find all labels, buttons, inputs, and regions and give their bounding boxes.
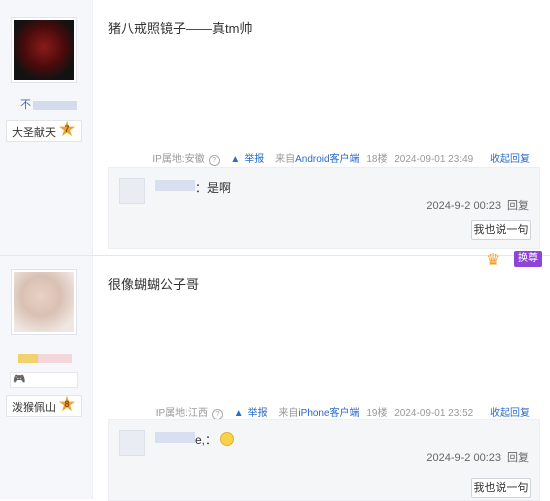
post-floor-18: 不 大圣献天 ★ 7 猪八戒照镜子——真tm帅 IP属地:安徽? ▲ 举报 来自A… <box>0 0 550 256</box>
reply-time: 2024-9-2 00:23 <box>426 452 501 464</box>
report-link[interactable]: ▲ 举报 <box>226 154 264 165</box>
warning-icon: ▲ <box>233 408 244 419</box>
avatar-image <box>14 20 74 80</box>
say-something-button[interactable]: 我也说一句 <box>471 478 531 498</box>
post-meta: IP属地:安徽? ▲ 举报 来自Android客户端 18楼 2024-09-01… <box>148 150 530 166</box>
level-name: 大圣献天 <box>12 127 56 139</box>
user-badges <box>18 352 72 363</box>
post-content: 猪八戒照镜子——真tm帅 <box>108 21 253 36</box>
report-label: 举报 <box>247 408 268 419</box>
reply-time: 2024-9-2 00:23 <box>426 200 501 212</box>
avatar[interactable] <box>11 17 77 83</box>
help-icon[interactable]: ? <box>208 155 220 166</box>
collapse-replies-link[interactable]: 收起回复 <box>490 408 530 419</box>
post-meta: IP属地:江西? ▲ 举报 来自iPhone客户端 19楼 2024-09-01 … <box>152 404 530 420</box>
reply-box: e,： 2024-9-2 00:23 回复 我也说一句 <box>108 419 540 501</box>
floor-number: 19楼 <box>366 408 388 419</box>
level-number: 8 <box>64 399 70 409</box>
reply-box: ：是啊 2024-9-2 00:23 回复 我也说一句 <box>108 167 540 249</box>
client-prefix: 来自 <box>278 408 299 419</box>
post-time: 2024-09-01 23:52 <box>394 408 474 419</box>
ip-location: IP属地:江西 <box>155 408 208 419</box>
floor-number: 18楼 <box>366 154 388 165</box>
reply-link[interactable]: 回复 <box>507 452 529 464</box>
client-link[interactable]: Android客户端 <box>295 154 359 165</box>
reply-meta: 2024-9-2 00:23 回复 <box>426 197 529 213</box>
client-prefix: 来自 <box>275 154 296 165</box>
reply-text: ：是啊 <box>195 181 232 195</box>
reply-username-blurred[interactable] <box>155 432 195 443</box>
reply-avatar[interactable] <box>119 178 145 204</box>
level-badge[interactable]: 大圣献天 ★ 7 <box>6 119 82 142</box>
client-source: 来自Android客户端 <box>271 154 359 165</box>
collapse-replies-link[interactable]: 收起回复 <box>490 154 530 165</box>
avatar-image <box>14 272 74 332</box>
level-name: 泼猴佩山 <box>12 402 56 414</box>
level-number: 7 <box>64 124 70 134</box>
smiley-icon <box>220 432 235 446</box>
username-blurred <box>33 100 77 110</box>
client-link[interactable]: iPhone客户端 <box>298 408 359 419</box>
username[interactable]: 不 <box>20 96 77 112</box>
reply-link[interactable]: 回复 <box>507 200 529 212</box>
report-link[interactable]: ▲ 举报 <box>230 408 268 419</box>
badge-icon <box>18 354 38 363</box>
client-source: 来自iPhone客户端 <box>274 408 359 419</box>
post-time: 2024-09-01 23:49 <box>394 154 474 165</box>
level-badge[interactable]: 泼猴佩山 ★ 8 <box>6 394 82 417</box>
warning-icon: ▲ <box>230 154 241 165</box>
reply-avatar[interactable] <box>119 430 145 456</box>
reply-text-row: e,： <box>195 431 235 448</box>
badge-icon <box>38 354 72 363</box>
username-text: 不 <box>20 99 31 111</box>
post-content: 很像蝴蝴公子哥 <box>108 277 200 292</box>
say-something-button[interactable]: 我也说一句 <box>471 220 531 240</box>
reply-meta: 2024-9-2 00:23 回复 <box>426 449 529 465</box>
avatar[interactable] <box>11 269 77 335</box>
report-label: 举报 <box>244 154 265 165</box>
game-icon: 🎮 <box>10 372 78 388</box>
reply-username-blurred[interactable] <box>155 180 195 191</box>
ip-location: IP属地:安徽 <box>152 154 205 165</box>
reply-text: e,： <box>195 433 218 447</box>
